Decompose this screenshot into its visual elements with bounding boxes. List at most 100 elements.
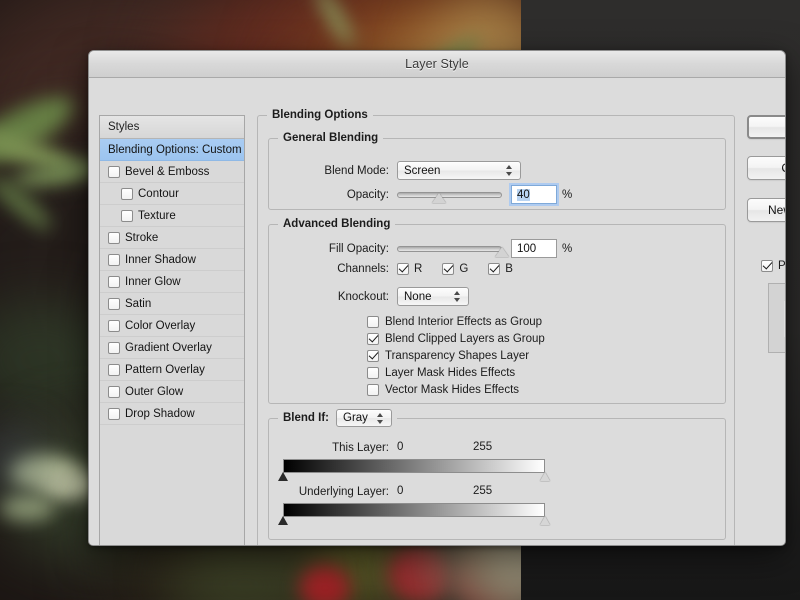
advanced-option-checkbox[interactable] (367, 349, 379, 362)
styles-list-item-label: Outer Glow (125, 385, 184, 398)
styles-list-item[interactable]: Stroke (100, 227, 244, 249)
underlying-layer-blend-slider[interactable] (278, 503, 550, 525)
new-style-button[interactable]: New Style... (747, 198, 785, 222)
advanced-option-checkbox[interactable] (367, 366, 379, 379)
styles-list-header: Styles (100, 116, 244, 139)
channel-label: B (505, 263, 513, 275)
dialog-titlebar[interactable]: Layer Style (89, 51, 785, 78)
blend-mode-value: Screen (404, 164, 441, 177)
blending-options-legend: Blending Options (267, 108, 373, 122)
advanced-option-row[interactable]: Layer Mask Hides Effects (367, 364, 545, 381)
ok-button[interactable]: OK (747, 115, 785, 139)
opacity-input[interactable]: 40 (509, 183, 559, 206)
styles-list-item-label: Drop Shadow (125, 407, 195, 420)
fill-opacity-percent-label: % (562, 242, 573, 255)
advanced-blending-group: Advanced Blending Fill Opacity: 100 % Ch… (268, 217, 726, 404)
blending-options-group: Blending Options General Blending Blend … (257, 108, 735, 545)
preview-checkbox-row[interactable]: Preview (761, 260, 785, 272)
styles-list-item[interactable]: Pattern Overlay (100, 359, 244, 381)
styles-list-panel[interactable]: Styles Blending Options: Custom Bevel & E… (99, 115, 245, 545)
fill-opacity-slider-thumb[interactable] (495, 246, 509, 257)
style-enable-checkbox[interactable] (108, 297, 120, 310)
advanced-option-checkbox[interactable] (367, 315, 379, 328)
opacity-slider-track (397, 191, 502, 198)
blend-if-label: Blend If: (283, 412, 329, 424)
channel-checkbox[interactable] (488, 263, 501, 275)
channel-label: R (414, 263, 423, 275)
preview-thumbnail-inner (784, 301, 785, 337)
styles-list-item-label: Bevel & Emboss (125, 165, 210, 178)
chevron-updown-icon (505, 164, 514, 177)
underlying-layer-gradient-bar (283, 503, 545, 517)
knockout-label: Knockout: (337, 290, 389, 303)
this-layer-black-handle[interactable] (278, 472, 288, 481)
style-enable-checkbox[interactable] (108, 165, 120, 178)
styles-list-item[interactable]: Bevel & Emboss (100, 161, 244, 183)
this-layer-low-value: 0 (397, 441, 404, 453)
styles-list-item[interactable]: Texture (100, 205, 244, 227)
fill-opacity-input[interactable]: 100 (511, 239, 557, 258)
advanced-option-label: Blend Clipped Layers as Group (385, 332, 545, 345)
opacity-value: 40 (517, 188, 530, 201)
style-enable-checkbox[interactable] (108, 341, 120, 354)
underlying-layer-black-handle[interactable] (278, 516, 288, 525)
styles-list-item[interactable]: Inner Glow (100, 271, 244, 293)
opacity-slider[interactable] (397, 187, 502, 203)
advanced-option-label: Layer Mask Hides Effects (385, 366, 516, 379)
this-layer-high-value: 255 (473, 441, 493, 453)
styles-list-item[interactable]: Drop Shadow (100, 403, 244, 425)
channel-checkbox[interactable] (442, 263, 455, 275)
advanced-option-checkbox[interactable] (367, 383, 379, 396)
opacity-label: Opacity: (346, 188, 389, 201)
advanced-option-row[interactable]: Blend Clipped Layers as Group (367, 330, 545, 347)
channel-toggle[interactable]: G (442, 263, 468, 275)
styles-list-item-label: Color Overlay (125, 319, 196, 332)
style-enable-checkbox[interactable] (108, 275, 120, 288)
styles-list-item-label: Satin (125, 297, 152, 310)
styles-list-item-label: Gradient Overlay (125, 341, 212, 354)
opacity-percent-label: % (562, 188, 573, 201)
channel-toggle[interactable]: R (397, 263, 422, 275)
styles-list-item[interactable]: Contour (100, 183, 244, 205)
advanced-option-label: Blend Interior Effects as Group (385, 315, 543, 328)
opacity-slider-thumb[interactable] (432, 192, 446, 203)
general-blending-legend: General Blending (278, 131, 384, 145)
advanced-option-checkbox[interactable] (367, 332, 379, 345)
this-layer-blend-slider[interactable] (278, 459, 550, 481)
this-layer-white-handle[interactable] (540, 472, 550, 481)
blend-if-channel-select[interactable]: Gray (336, 409, 392, 427)
styles-list-item[interactable]: Blending Options: Custom (100, 139, 244, 161)
channel-checkbox[interactable] (397, 263, 409, 275)
styles-list-item[interactable]: Gradient Overlay (100, 337, 244, 359)
cancel-button[interactable]: Cancel (747, 156, 785, 180)
style-enable-checkbox[interactable] (108, 231, 120, 244)
style-enable-checkbox[interactable] (108, 319, 120, 332)
preview-checkbox[interactable] (761, 260, 773, 272)
styles-list-item[interactable]: Color Overlay (100, 315, 244, 337)
blend-mode-select[interactable]: Screen (397, 161, 521, 180)
advanced-option-row[interactable]: Vector Mask Hides Effects (367, 381, 545, 398)
styles-list-item-label: Pattern Overlay (125, 363, 205, 376)
styles-list-item[interactable]: Inner Shadow (100, 249, 244, 271)
underlying-layer-white-handle[interactable] (540, 516, 550, 525)
styles-list-item[interactable]: Satin (100, 293, 244, 315)
style-enable-checkbox[interactable] (108, 253, 120, 266)
style-enable-checkbox[interactable] (108, 363, 120, 376)
style-enable-checkbox[interactable] (121, 209, 133, 222)
fill-opacity-slider-track (397, 245, 502, 252)
styles-list-item-label: Inner Glow (125, 275, 181, 288)
style-enable-checkbox[interactable] (108, 407, 120, 420)
style-enable-checkbox[interactable] (121, 187, 133, 200)
fill-opacity-label: Fill Opacity: (328, 242, 389, 255)
preview-thumbnail (768, 283, 785, 353)
channel-toggle[interactable]: B (488, 263, 513, 275)
style-enable-checkbox[interactable] (108, 385, 120, 398)
styles-list-item-label: Texture (138, 209, 176, 222)
advanced-option-row[interactable]: Transparency Shapes Layer (367, 347, 545, 364)
advanced-option-row[interactable]: Blend Interior Effects as Group (367, 313, 545, 330)
fill-opacity-slider[interactable] (397, 241, 509, 257)
styles-list-item-label: Contour (138, 187, 179, 200)
styles-list-item[interactable]: Outer Glow (100, 381, 244, 403)
styles-list-item-label: Stroke (125, 231, 159, 244)
knockout-select[interactable]: None (397, 287, 469, 306)
